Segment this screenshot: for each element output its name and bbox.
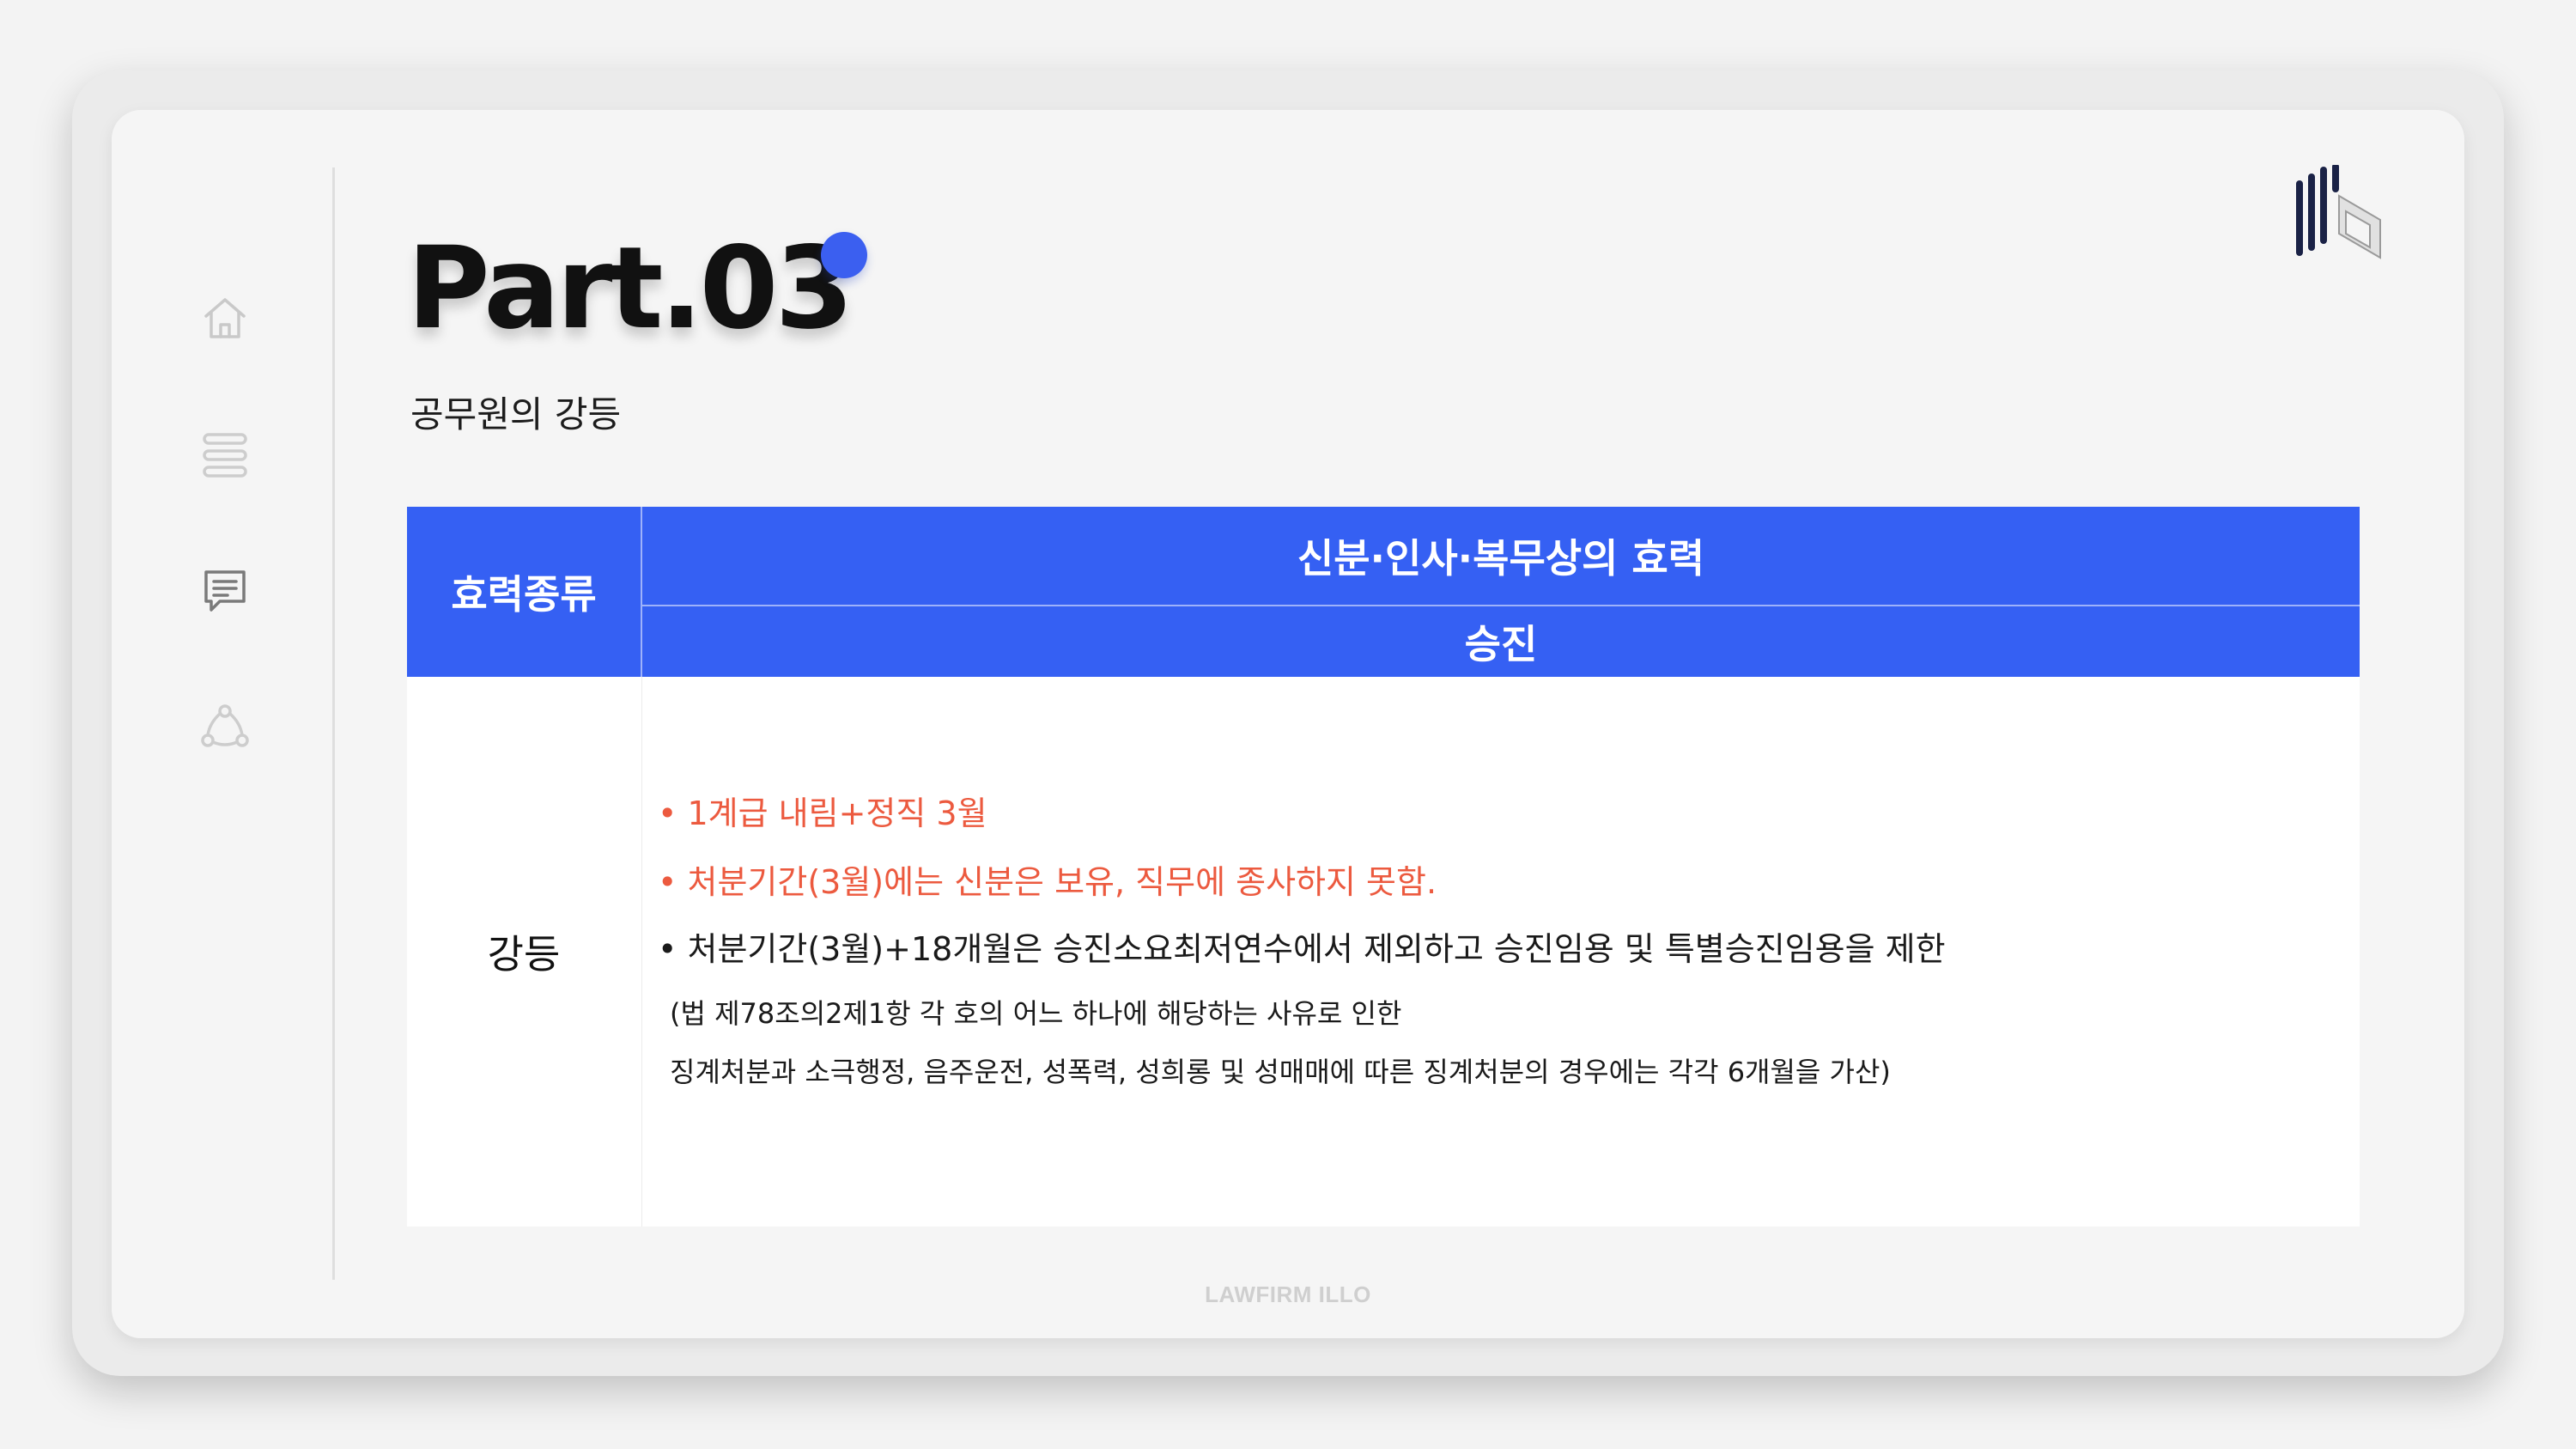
accent-dot [821,232,867,278]
row-label-demotion: 강등 [487,931,561,977]
header-divider-horizontal [642,605,2360,606]
table-header-effect-type: 효력종류 [407,507,641,677]
bullet-line: • 처분기간(3월)에는 신분은 보유, 직무에 종사하지 못함. [658,863,1437,901]
chat-icon[interactable] [199,565,251,617]
bullet-line: • 1계급 내림+정직 3월 [658,795,987,832]
page-subtitle: 공무원의 강등 [410,393,622,435]
bullet-line: • 처분기간(3월)+18개월은 승진소요최저연수에서 제외하고 승진임용 및 … [658,930,1946,968]
sidebar-divider [332,167,335,1280]
header-divider-vertical [641,507,642,677]
table-header-promotion: 승진 [642,606,2360,677]
body-divider [641,677,642,1227]
table-header-effect: 신분·인사·복무상의 효력 [642,507,2360,605]
effect-table: 효력종류 신분·인사·복무상의 효력 승진 강등 • 1계급 내림+정직 3월 … [407,507,2360,1227]
network-icon[interactable] [199,701,251,752]
brand-logo-icon [2294,165,2384,266]
page-title: Part.03 [407,222,854,355]
home-icon[interactable] [199,292,251,344]
table-cell-content: • 1계급 내림+정직 3월 • 처분기간(3월)에는 신분은 보유, 직무에 … [658,677,2341,1227]
note-line: (법 제78조의2제1항 각 호의 어느 하나에 해당하는 사유로 인한 [670,997,1402,1030]
list-icon[interactable] [199,429,251,481]
note-line: 징계처분과 소극행정, 음주운전, 성폭력, 성희롱 및 성매매에 따른 징계처… [670,1056,1891,1088]
footer-brand: LAWFIRM ILLO [1205,1282,1371,1307]
